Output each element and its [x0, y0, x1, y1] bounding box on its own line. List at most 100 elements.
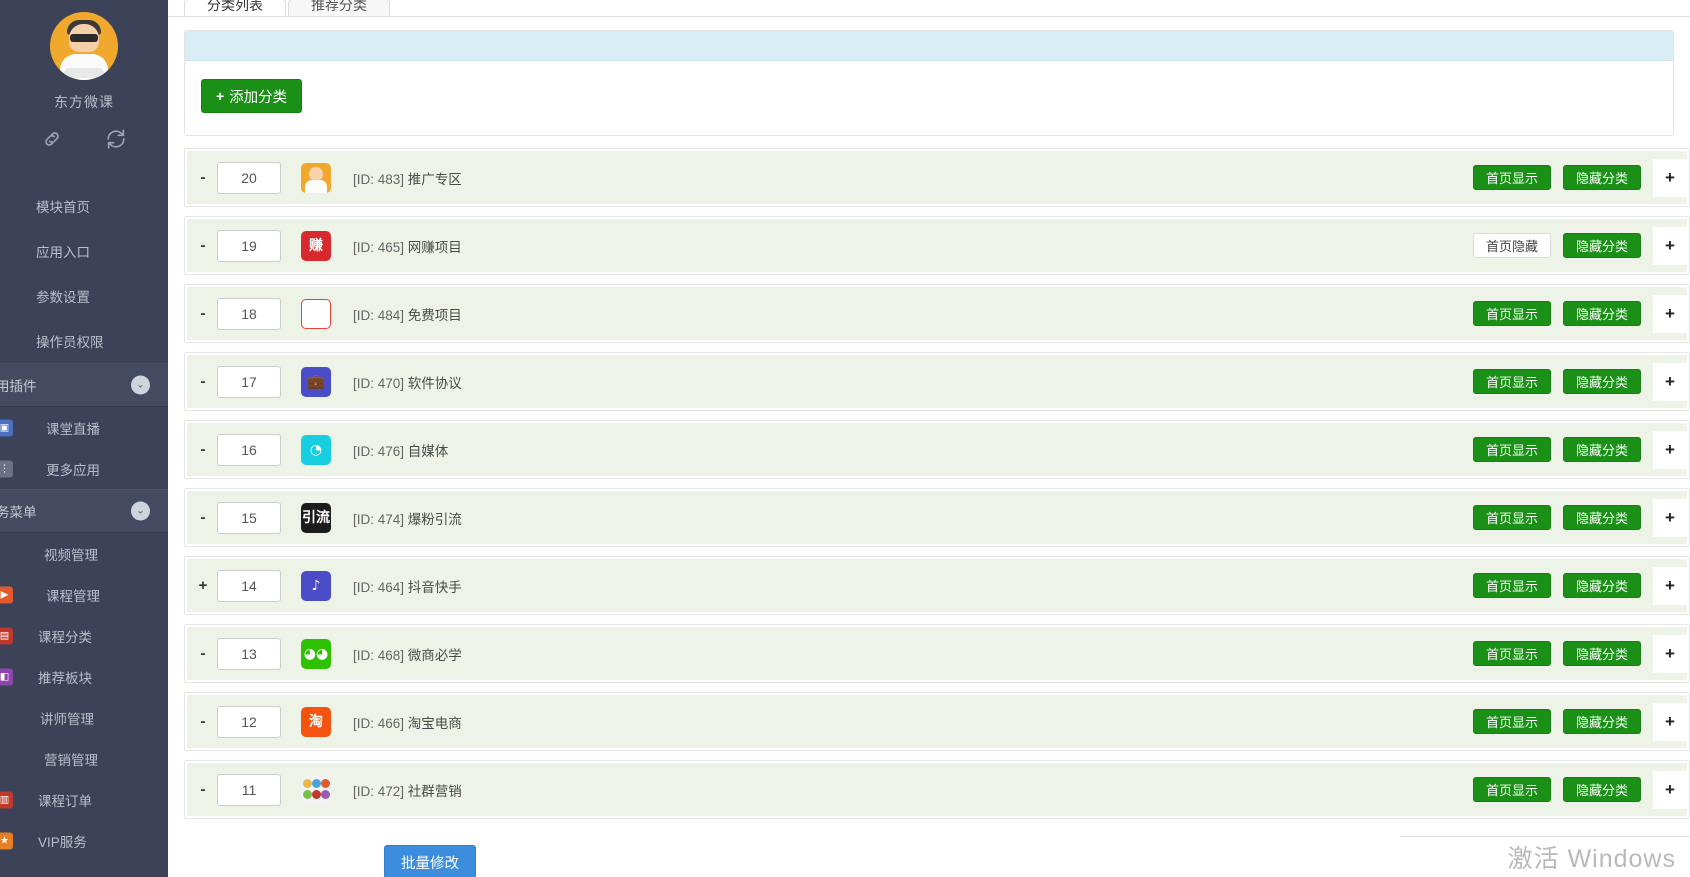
link-icon[interactable] — [41, 128, 63, 155]
add-subcategory-button[interactable]: + — [1653, 227, 1687, 265]
home-visibility-button[interactable]: 首页显示 — [1473, 165, 1551, 190]
hide-category-button[interactable]: 隐藏分类 — [1563, 573, 1641, 598]
sort-order-input[interactable]: 11 — [217, 774, 281, 806]
add-subcategory-button[interactable]: + — [1653, 771, 1687, 809]
sort-order-input[interactable]: 18 — [217, 298, 281, 330]
add-subcategory-button[interactable]: + — [1653, 499, 1687, 537]
sort-order-input[interactable]: 16 — [217, 434, 281, 466]
hide-category-button[interactable]: 隐藏分类 — [1563, 641, 1641, 666]
sort-order-input[interactable]: 15 — [217, 502, 281, 534]
row-actions: 首页隐藏隐藏分类 + — [1473, 227, 1687, 265]
collapse-toggle-icon[interactable]: - — [195, 373, 211, 390]
sidebar-item-course-orders[interactable]: ▥ 课程订单 — [0, 779, 168, 820]
add-subcategory-button[interactable]: + — [1653, 431, 1687, 469]
add-subcategory-button[interactable]: + — [1653, 363, 1687, 401]
batch-modify-button[interactable]: 批量修改 — [384, 845, 476, 877]
expand-toggle-icon[interactable]: + — [195, 577, 211, 594]
panel-header-bar — [185, 31, 1673, 61]
sidebar-item-more-apps[interactable]: ⋮ 更多应用 — [0, 448, 168, 489]
chevron-down-icon[interactable]: ⌄ — [131, 376, 150, 395]
home-visibility-button[interactable]: 首页显示 — [1473, 301, 1551, 326]
hide-category-button[interactable]: 隐藏分类 — [1563, 777, 1641, 802]
category-name: 社群营销 — [408, 784, 462, 799]
category-thumbnail-icon: 免 — [301, 299, 331, 329]
home-visibility-button[interactable]: 首页显示 — [1473, 437, 1551, 462]
hide-category-button[interactable]: 隐藏分类 — [1563, 301, 1641, 326]
sidebar-group-plugins[interactable]: 用插件 ⌄ — [0, 363, 168, 407]
profile-icon-row — [0, 128, 168, 155]
tab-category-list[interactable]: 分类列表 — [184, 0, 286, 16]
sidebar-item-video-management[interactable]: 视频管理 — [0, 533, 168, 574]
collapse-toggle-icon[interactable]: - — [195, 781, 211, 798]
home-visibility-button[interactable]: 首页隐藏 — [1473, 233, 1551, 258]
refresh-icon[interactable] — [105, 128, 127, 155]
course-management-icon: ▶ — [0, 586, 13, 603]
category-row: -17💼[ID: 470] 软件协议首页显示隐藏分类+ — [187, 355, 1687, 408]
sort-order-input[interactable]: 12 — [217, 706, 281, 738]
hide-category-button[interactable]: 隐藏分类 — [1563, 165, 1641, 190]
home-visibility-button[interactable]: 首页显示 — [1473, 573, 1551, 598]
sort-order-input[interactable]: 20 — [217, 162, 281, 194]
avatar-arms — [64, 68, 104, 78]
sidebar-item-parameter-settings[interactable]: 参数设置 — [0, 273, 168, 318]
add-subcategory-button[interactable]: + — [1653, 703, 1687, 741]
avatar-glasses — [70, 34, 98, 42]
hide-category-button[interactable]: 隐藏分类 — [1563, 233, 1641, 258]
sort-order-input[interactable]: 17 — [217, 366, 281, 398]
sidebar-item-label: 参数设置 — [36, 286, 90, 306]
category-title: [ID: 468] 微商必学 — [353, 644, 462, 664]
sort-order-input[interactable]: 13 — [217, 638, 281, 670]
hide-category-button[interactable]: 隐藏分类 — [1563, 437, 1641, 462]
people-dot — [321, 779, 330, 788]
sidebar-item-recommended-block[interactable]: ◧ 推荐板块 — [0, 656, 168, 697]
category-thumbnail-icon: ♪ — [301, 571, 331, 601]
add-subcategory-button[interactable]: + — [1653, 159, 1687, 197]
collapse-toggle-icon[interactable]: - — [195, 713, 211, 730]
hide-category-button[interactable]: 隐藏分类 — [1563, 505, 1641, 530]
table-row: +14♪[ID: 464] 抖音快手首页显示隐藏分类+ — [184, 556, 1690, 615]
sidebar-item-course-category[interactable]: ▤ 课程分类 — [0, 615, 168, 656]
tab-recommended-category[interactable]: 推荐分类 — [288, 0, 390, 16]
collapse-toggle-icon[interactable]: - — [195, 169, 211, 186]
chevron-down-icon[interactable]: ⌄ — [131, 502, 150, 521]
table-row: -11[ID: 472] 社群营销首页显示隐藏分类+ — [184, 760, 1690, 819]
sidebar-group-service-menu[interactable]: 务菜单 ⌄ — [0, 489, 168, 533]
sidebar-item-instructor-management[interactable]: 讲师管理 — [0, 697, 168, 738]
add-subcategory-button[interactable]: + — [1653, 635, 1687, 673]
collapse-toggle-icon[interactable]: - — [195, 645, 211, 662]
hide-category-button[interactable]: 隐藏分类 — [1563, 709, 1641, 734]
sidebar-item-course-management[interactable]: ▶ 课程管理 — [0, 574, 168, 615]
sort-order-input[interactable]: 14 — [217, 570, 281, 602]
add-subcategory-button[interactable]: + — [1653, 567, 1687, 605]
home-visibility-button[interactable]: 首页显示 — [1473, 505, 1551, 530]
category-thumbnail-icon: 淘 — [301, 707, 331, 737]
collapse-toggle-icon[interactable]: - — [195, 441, 211, 458]
row-actions: 首页显示隐藏分类 + — [1473, 703, 1687, 741]
batch-modify-label: 批量修改 — [401, 852, 459, 873]
sort-order-input[interactable]: 19 — [217, 230, 281, 262]
sidebar-item-app-entry[interactable]: 应用入口 — [0, 228, 168, 273]
sidebar-item-marketing-management[interactable]: 营销管理 — [0, 738, 168, 779]
sidebar-group-label: 务菜单 — [0, 501, 37, 521]
home-visibility-button[interactable]: 首页显示 — [1473, 641, 1551, 666]
collapse-toggle-icon[interactable]: - — [195, 237, 211, 254]
collapse-toggle-icon[interactable]: - — [195, 305, 211, 322]
sidebar-item-live-class[interactable]: ▣ 课堂直播 — [0, 407, 168, 448]
avatar[interactable] — [50, 12, 118, 80]
sidebar-item-operator-permissions[interactable]: 操作员权限 — [0, 318, 168, 363]
collapse-toggle-icon[interactable]: - — [195, 509, 211, 526]
add-category-button[interactable]: + 添加分类 — [201, 79, 302, 113]
sidebar-menu: 模块首页 应用入口 参数设置 操作员权限 用插件 ⌄ ▣ 课堂直播 ⋮ 更多应用 — [0, 183, 168, 861]
home-visibility-button[interactable]: 首页显示 — [1473, 709, 1551, 734]
category-name: 推广专区 — [408, 172, 462, 187]
home-visibility-button[interactable]: 首页显示 — [1473, 777, 1551, 802]
sidebar-item-vip-service[interactable]: ★ VIP服务 — [0, 820, 168, 861]
category-row: -12淘[ID: 466] 淘宝电商首页显示隐藏分类+ — [187, 695, 1687, 748]
category-name: 淘宝电商 — [408, 716, 462, 731]
row-actions: 首页显示隐藏分类 + — [1473, 499, 1687, 537]
add-subcategory-button[interactable]: + — [1653, 295, 1687, 333]
category-id: [ID: 465] — [353, 240, 404, 255]
sidebar-item-module-home[interactable]: 模块首页 — [0, 183, 168, 228]
home-visibility-button[interactable]: 首页显示 — [1473, 369, 1551, 394]
hide-category-button[interactable]: 隐藏分类 — [1563, 369, 1641, 394]
